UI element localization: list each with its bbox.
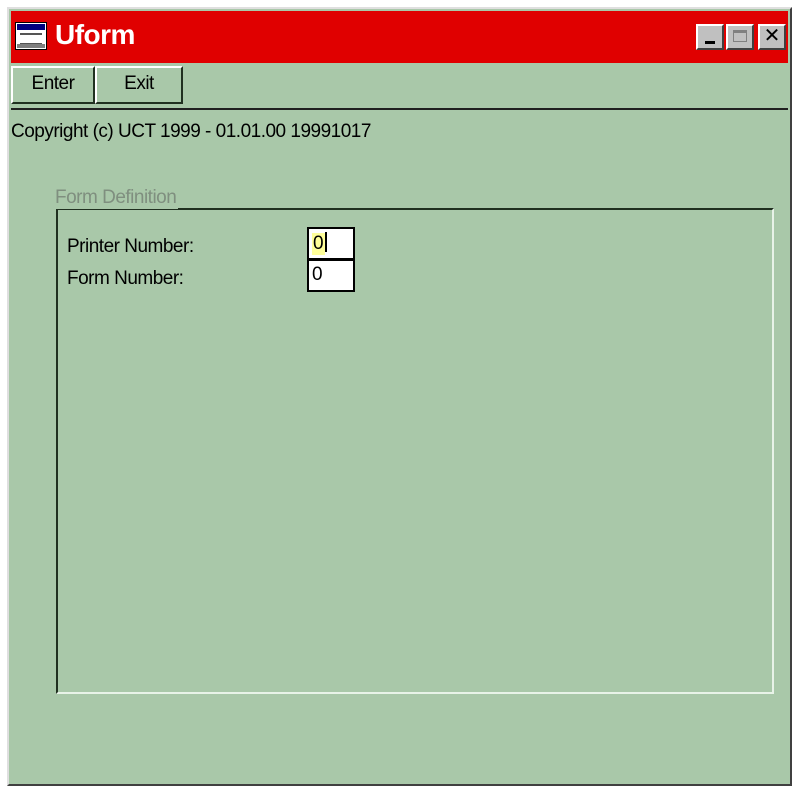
maximize-button[interactable] [726, 24, 754, 50]
printer-number-input[interactable]: 0 [307, 227, 355, 260]
text-caret [324, 232, 327, 252]
title-bar[interactable]: Uform ✕ [11, 11, 788, 63]
minimize-icon [705, 41, 715, 44]
copyright-text: Copyright (c) UCT 1999 - 01.01.00 199910… [11, 121, 371, 142]
close-button[interactable]: ✕ [758, 23, 786, 50]
printer-number-label: Printer Number: [67, 236, 194, 257]
form-number-input[interactable]: 0 [307, 259, 355, 292]
form-number-label: Form Number: [67, 268, 184, 289]
window-title: Uform [55, 19, 135, 50]
uform-window: Uform ✕ Enter Exit Copyright (c) UCT 199… [7, 7, 792, 786]
maximize-icon [733, 30, 747, 42]
printer-number-value: 0 [312, 233, 325, 255]
app-window-icon[interactable] [15, 22, 47, 50]
enter-button[interactable]: Enter [11, 66, 95, 104]
close-icon: ✕ [763, 23, 781, 47]
form-definition-title: Form Definition [55, 187, 179, 209]
form-number-value: 0 [312, 264, 323, 285]
exit-button[interactable]: Exit [95, 66, 183, 104]
minimize-button[interactable] [696, 24, 724, 50]
toolbar-divider [11, 108, 788, 110]
